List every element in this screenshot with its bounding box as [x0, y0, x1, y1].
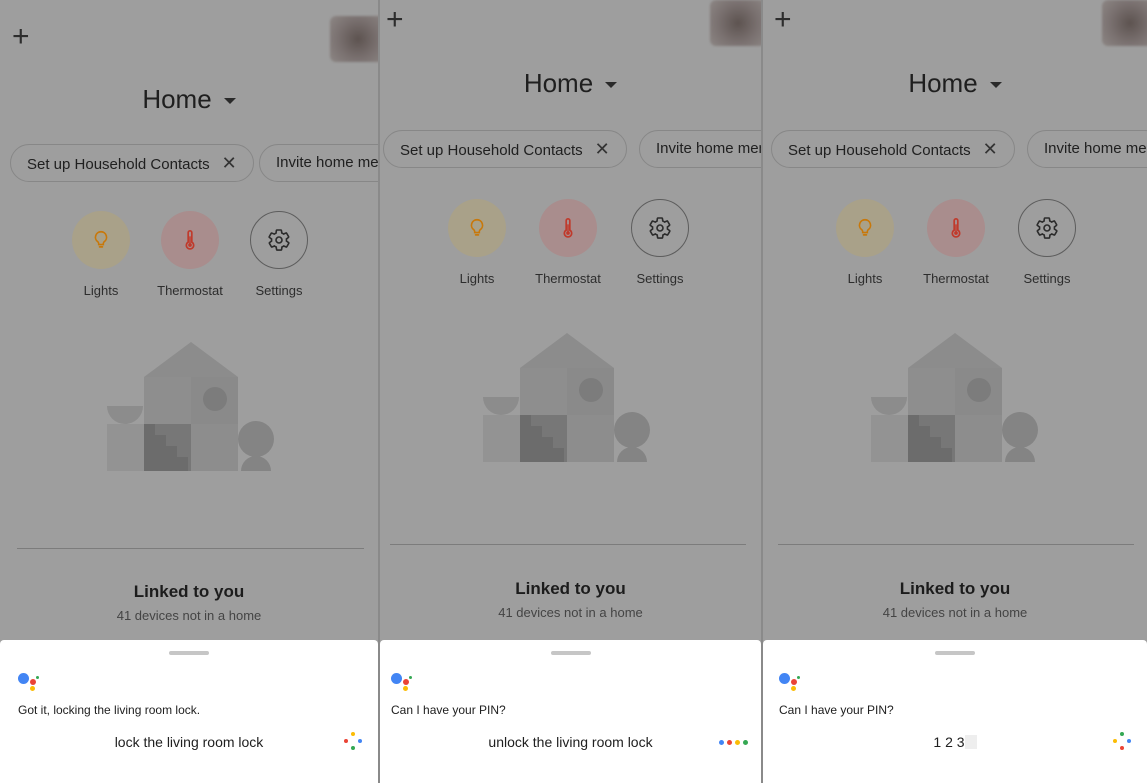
linked-title: Linked to you	[133, 582, 245, 601]
avatar[interactable]	[1102, 0, 1147, 46]
gear-icon	[648, 216, 672, 240]
favorite-lights[interactable]: Lights	[442, 199, 512, 286]
avatar[interactable]	[710, 0, 761, 46]
voice-query-text: unlock the living room lock	[488, 734, 653, 750]
assistant-reply: Can I have your PIN?	[779, 703, 894, 717]
thermometer-icon	[179, 229, 201, 251]
assistant-reply: Can I have your PIN?	[391, 703, 506, 717]
home-selector[interactable]: Home	[763, 68, 1147, 99]
add-icon[interactable]: +	[774, 5, 792, 35]
chip-label: Invite home me	[1044, 140, 1147, 157]
chip-label: Set up Household Contacts	[27, 156, 210, 173]
screen-panel-2: + Home Set up Household Contacts ✕ Invite…	[380, 0, 761, 783]
assistant-reply: Got it, locking the living room lock.	[18, 703, 201, 717]
favorite-label: Lights	[847, 271, 883, 286]
linked-subtitle: 41 devices not in a home	[116, 608, 262, 623]
gear-icon	[267, 228, 291, 252]
dropdown-arrow-icon	[223, 98, 236, 105]
drag-handle[interactable]	[169, 651, 209, 655]
drag-handle[interactable]	[550, 651, 591, 655]
voice-query: 1 2 3	[763, 734, 1147, 750]
close-icon[interactable]: ✕	[983, 139, 998, 159]
screen-panel-1: + Home Set up Household Contacts ✕ Invite…	[0, 0, 378, 783]
empty-home-illustration	[871, 333, 1041, 463]
google-assistant-logo-icon	[779, 671, 805, 693]
home-title: Home	[523, 68, 594, 98]
voice-query-text: lock the living room lock	[114, 734, 264, 750]
google-assistant-logo-icon	[18, 671, 44, 693]
divider	[390, 544, 746, 545]
favorite-settings[interactable]: Settings	[625, 199, 695, 286]
favorite-label: Settings	[255, 283, 303, 298]
linked-title: Linked to you	[515, 579, 626, 598]
chip-invite-home-members[interactable]: Invite home mem	[639, 130, 761, 168]
assistant-sparkle-icon[interactable]	[344, 732, 362, 750]
listening-dots-icon[interactable]	[719, 740, 748, 745]
divider	[778, 544, 1134, 545]
home-title: Home	[908, 68, 978, 98]
linked-subtitle: 41 devices not in a home	[882, 605, 1028, 620]
dropdown-arrow-icon	[605, 82, 618, 89]
add-icon[interactable]: +	[12, 22, 30, 52]
home-selector[interactable]: Home	[380, 68, 761, 99]
lightbulb-icon	[854, 217, 876, 239]
gear-icon	[1035, 216, 1059, 240]
chip-label: Set up Household Contacts	[400, 142, 583, 159]
empty-home-illustration	[483, 333, 653, 463]
favorite-label: Settings	[636, 271, 684, 286]
favorite-label: Lights	[459, 271, 495, 286]
divider	[17, 548, 364, 549]
dropdown-arrow-icon	[989, 82, 1002, 89]
favorite-label: Thermostat	[535, 271, 601, 286]
favorite-lights[interactable]: Lights	[66, 211, 136, 298]
linked-section[interactable]: Linked to you 41 devices not in a home	[763, 579, 1147, 620]
favorite-label: Thermostat	[923, 271, 989, 286]
text-cursor	[964, 735, 977, 749]
pin-entry-text: 1 2 3	[933, 734, 965, 750]
chip-household-contacts[interactable]: Set up Household Contacts ✕	[383, 130, 627, 168]
linked-section[interactable]: Linked to you 41 devices not in a home	[380, 579, 761, 620]
chip-label: Invite home mem	[656, 140, 761, 157]
favorite-thermostat[interactable]: Thermostat	[155, 211, 225, 298]
linked-title: Linked to you	[899, 579, 1011, 598]
chip-invite-home-members[interactable]: Invite home mem	[259, 144, 378, 182]
chip-label: Invite home mem	[276, 154, 378, 171]
lightbulb-icon	[466, 217, 488, 239]
assistant-sheet: Got it, locking the living room lock. lo…	[0, 640, 378, 783]
chip-label: Set up Household Contacts	[788, 142, 971, 159]
home-title: Home	[142, 84, 212, 114]
assistant-sheet: Can I have your PIN? 1 2 3	[763, 640, 1147, 783]
linked-section[interactable]: Linked to you 41 devices not in a home	[0, 582, 378, 623]
add-icon[interactable]: +	[386, 5, 404, 35]
favorite-label: Lights	[83, 283, 119, 298]
favorite-thermostat[interactable]: Thermostat	[533, 199, 603, 286]
home-selector[interactable]: Home	[0, 84, 378, 115]
linked-subtitle: 41 devices not in a home	[498, 605, 643, 620]
favorite-label: Thermostat	[157, 283, 223, 298]
avatar[interactable]	[330, 16, 378, 62]
thermometer-icon	[557, 217, 579, 239]
favorite-settings[interactable]: Settings	[244, 211, 314, 298]
lightbulb-icon	[90, 229, 112, 251]
thermometer-icon	[945, 217, 967, 239]
favorite-lights[interactable]: Lights	[830, 199, 900, 286]
google-assistant-logo-icon	[391, 671, 417, 693]
chip-household-contacts[interactable]: Set up Household Contacts ✕	[771, 130, 1015, 168]
close-icon[interactable]: ✕	[595, 139, 610, 159]
chip-household-contacts[interactable]: Set up Household Contacts ✕	[10, 144, 254, 182]
empty-home-illustration	[107, 342, 277, 472]
favorite-settings[interactable]: Settings	[1012, 199, 1082, 286]
assistant-sparkle-icon[interactable]	[1113, 732, 1131, 750]
drag-handle[interactable]	[935, 651, 975, 655]
close-icon[interactable]: ✕	[222, 153, 237, 173]
chip-invite-home-members[interactable]: Invite home me	[1027, 130, 1147, 168]
favorite-label: Settings	[1023, 271, 1071, 286]
assistant-sheet: Can I have your PIN? unlock the living r…	[380, 640, 761, 783]
screen-panel-3: + Home Set up Household Contacts ✕ Invite…	[763, 0, 1147, 783]
favorite-thermostat[interactable]: Thermostat	[921, 199, 991, 286]
